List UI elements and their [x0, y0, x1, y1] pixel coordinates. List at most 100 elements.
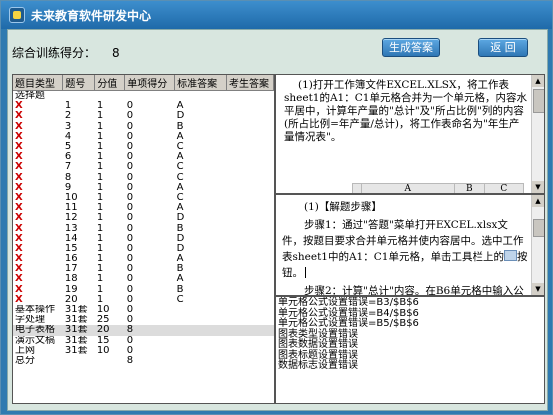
score-label: 综合训练得分：	[12, 46, 97, 60]
table-row[interactable]: X 4 1 0 A	[13, 132, 274, 142]
score-value: 1	[96, 223, 104, 234]
standard-answer: C	[176, 294, 184, 305]
table-row[interactable]: 选择题	[13, 91, 274, 102]
table-row[interactable]: X 6 1 0 A	[13, 152, 274, 162]
solution-steps-panel: (1)【解题步骤】 步骤1：通过"答题"菜单打开EXCEL.xlsx文件，按题目…	[275, 194, 545, 296]
table-row[interactable]: X 12 1 0 D	[13, 213, 274, 223]
student-answer	[227, 213, 274, 223]
student-answer	[227, 315, 274, 325]
step-1-text: 步骤1：通过"答题"菜单打开EXCEL.xlsx文件，按题目要求合并单元格并使内…	[282, 219, 524, 263]
table-row[interactable]: X 3 1 0 B	[13, 122, 274, 132]
question-text: (1)打开工作簿文件EXCEL.XLSX，将工作表sheet1的A1：C1单元格…	[284, 79, 528, 144]
table-row[interactable]: 演示文稿 31套 15 0	[13, 336, 274, 346]
table-row[interactable]: 字处理 31套 25 0	[13, 315, 274, 325]
item-score: 0	[126, 213, 134, 224]
back-button[interactable]: 返 回	[478, 38, 528, 57]
item-score: 0	[126, 172, 134, 183]
score-display: 综合训练得分： 8	[12, 44, 120, 61]
table-row[interactable]: 总分 8	[13, 356, 274, 366]
generate-answer-button[interactable]: 生成答案	[382, 38, 440, 57]
score-value	[95, 356, 125, 366]
student-answer	[227, 254, 274, 264]
standard-answer: A	[176, 203, 184, 214]
error-item: 数据标志设置错误	[278, 360, 358, 371]
table-row[interactable]: X 14 1 0 D	[13, 234, 274, 244]
table-row[interactable]: X 5 1 0 C	[13, 142, 274, 152]
error-item: 图表数据设置错误	[278, 339, 358, 350]
question-number: 11	[64, 203, 78, 214]
table-row[interactable]: X 1 1 0 A	[13, 101, 274, 111]
table-row[interactable]: 上网 31套 10 0	[13, 346, 274, 356]
table-row[interactable]: X 18 1 0 A	[13, 274, 274, 284]
table-row[interactable]: 基本操作 31套 10 0	[13, 305, 274, 315]
question-number: 31套	[64, 335, 88, 346]
title-bar: 未来教育软件研发中心	[1, 1, 552, 29]
score-value: 1	[96, 213, 104, 224]
scroll-up-icon[interactable]: ▲	[532, 75, 544, 87]
question-number	[63, 356, 95, 366]
table-header: 题目类型 题号 分值 单项得分 标准答案 考生答案	[13, 75, 274, 91]
question-number: 31套	[62, 325, 95, 336]
table-row[interactable]: X 20 1 0 C	[13, 295, 274, 305]
item-score: 0	[126, 111, 134, 122]
wrong-mark: X	[15, 162, 23, 173]
student-answer	[227, 162, 274, 172]
scroll-thumb[interactable]	[533, 89, 544, 113]
score-value: 10	[96, 304, 110, 316]
student-answer	[227, 264, 274, 274]
column-header[interactable]: 标准答案	[174, 75, 227, 91]
question-number: 18	[64, 274, 78, 285]
column-header[interactable]: 题目类型	[13, 75, 64, 91]
question-number: 3	[64, 121, 72, 132]
table-row[interactable]: X 15 1 0 D	[13, 244, 274, 254]
item-score: 0	[126, 345, 134, 356]
student-answer	[227, 346, 274, 356]
table-row[interactable]: X 17 1 0 B	[13, 264, 274, 274]
scroll-thumb[interactable]	[533, 219, 544, 237]
merge-center-icon	[503, 250, 517, 261]
score-value: 1	[96, 101, 104, 112]
table-row[interactable]: X 16 1 0 A	[13, 254, 274, 264]
table-row[interactable]: X 2 1 0 D	[13, 111, 274, 121]
table-row[interactable]: X 8 1 0 C	[13, 173, 274, 183]
score-value: 1	[96, 294, 104, 305]
question-number: 31套	[64, 315, 88, 326]
error-list: 单元格公式设置错误=B3/$B$6 单元格公式设置错误=B4/$B$6 单元格公式设…	[278, 297, 419, 372]
table-row[interactable]: X 10 1 0 C	[13, 193, 274, 203]
question-type: 基本操作	[15, 304, 55, 316]
table-row[interactable]: X 11 1 0 A	[13, 203, 274, 213]
section-label: 选择题	[15, 90, 45, 102]
table-row[interactable]: X 19 1 0 B	[13, 285, 274, 295]
student-answer	[227, 244, 274, 254]
student-answer	[227, 336, 274, 346]
item-score: 0	[126, 284, 134, 295]
wrong-mark: X	[15, 233, 23, 244]
score-value: 1	[96, 172, 104, 183]
column-header[interactable]: 分值	[94, 75, 126, 91]
table-row[interactable]: X 9 1 0 A	[13, 183, 274, 193]
scroll-down-icon[interactable]: ▼	[532, 283, 544, 295]
question-number: 9	[64, 182, 72, 193]
standard-answer: B	[176, 121, 184, 132]
table-row[interactable]: X 13 1 0 B	[13, 223, 274, 233]
wrong-mark: X	[15, 141, 23, 153]
column-header[interactable]: 考生答案	[226, 75, 274, 91]
scroll-up-icon[interactable]: ▲	[532, 195, 544, 207]
table-row[interactable]: X 7 1 0 C	[13, 162, 274, 172]
question-scrollbar[interactable]: ▲ ▼	[531, 75, 544, 193]
student-answer	[227, 234, 274, 244]
scroll-down-icon[interactable]: ▼	[532, 181, 544, 193]
column-header[interactable]: 题号	[62, 75, 96, 91]
standard-answer	[175, 346, 227, 356]
column-header[interactable]: 单项得分	[124, 75, 176, 91]
table-row[interactable]: 电子表格 31套 20 8	[13, 325, 274, 336]
question-panel: (1)打开工作簿文件EXCEL.XLSX，将工作表sheet1的A1：C1单元格…	[275, 74, 545, 194]
question-number: 7	[64, 162, 72, 173]
steps-scrollbar[interactable]: ▲ ▼	[531, 195, 544, 295]
question-number: 13	[64, 223, 78, 234]
student-answer	[227, 132, 274, 142]
standard-answer: C	[176, 141, 184, 153]
wrong-mark: X	[15, 294, 23, 305]
item-score: 0	[126, 192, 134, 203]
question-number: 15	[64, 243, 78, 254]
